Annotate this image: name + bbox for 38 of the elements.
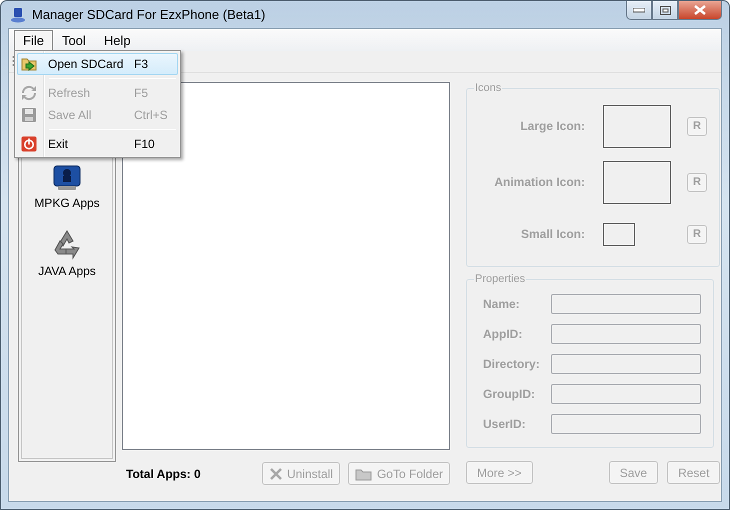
minimize-icon (633, 8, 645, 12)
menu-entry[interactable]: Open SDCard F3 (17, 53, 178, 75)
minimize-button[interactable] (626, 1, 652, 20)
icon-label: Large Icon: (519, 119, 586, 133)
close-button[interactable] (678, 1, 722, 20)
close-icon (694, 5, 706, 15)
reset-icon-button[interactable]: R (687, 224, 707, 244)
sidebar-item[interactable]: MPKG Apps (34, 196, 100, 210)
save-icon (21, 107, 37, 123)
maximize-button[interactable] (652, 1, 678, 20)
total-apps-label: Total Apps: 0 (126, 466, 202, 480)
app-icon (10, 6, 26, 22)
folder-icon (354, 466, 373, 480)
menu-entry[interactable]: Exit F10 (17, 133, 178, 155)
field-label: Directory: (483, 357, 541, 371)
icon-preview (603, 160, 671, 204)
field-label: UserID: (483, 417, 527, 431)
cross-icon (268, 466, 283, 480)
reset-icon-button[interactable]: R (687, 116, 707, 136)
sidebar-item[interactable]: JAVA Apps (38, 264, 96, 278)
power-icon (21, 136, 37, 152)
refresh-icon (21, 85, 37, 101)
field-label: AppID: (483, 327, 524, 341)
menu-item[interactable]: Help (94, 30, 140, 50)
icon-preview (603, 222, 635, 246)
icon-label: Animation Icon: (493, 175, 586, 189)
window-title: Manager SDCard For EzxPhone (Beta1) (32, 7, 266, 22)
menu-item[interactable]: Tool (52, 30, 95, 50)
field-label: Name: (483, 297, 521, 311)
maximize-icon (660, 6, 670, 14)
reset-icon-button[interactable]: R (687, 172, 707, 192)
group-title: Icons (474, 82, 502, 94)
field-label: GroupID: (483, 387, 536, 401)
icon-label: Small Icon: (520, 227, 586, 241)
folder-icon (21, 56, 39, 72)
icon-preview (603, 104, 671, 148)
menu-item[interactable]: File (14, 30, 53, 50)
group-title: Properties (474, 273, 526, 285)
